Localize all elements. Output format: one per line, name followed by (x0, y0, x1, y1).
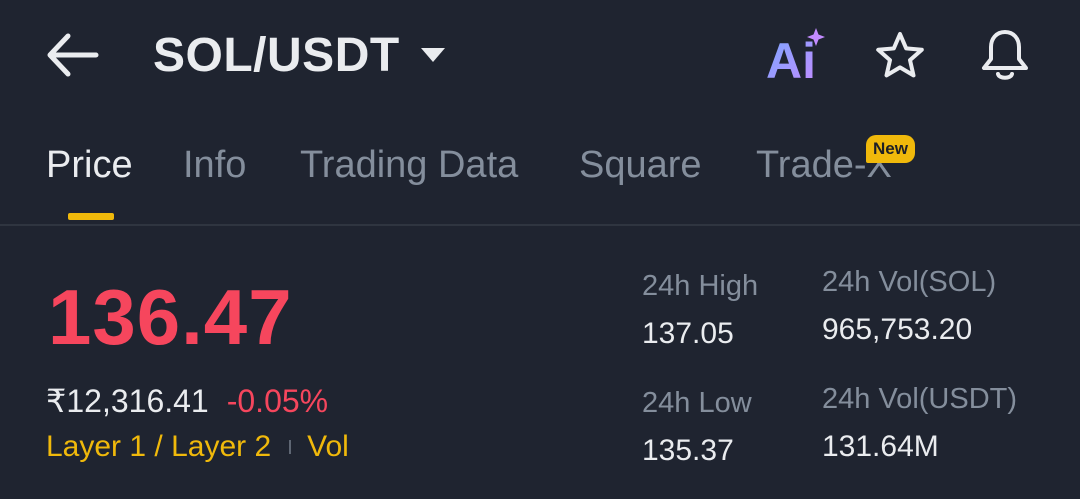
tags-row: Layer 1 / Layer 2 Vol (46, 430, 349, 464)
ai-label: Ai (766, 33, 816, 86)
tab-square[interactable]: Square (579, 144, 702, 187)
active-tab-indicator (68, 213, 114, 220)
stat-vol-base-value: 965,753.20 (822, 313, 973, 346)
ai-assistant-button[interactable]: Ai (764, 26, 830, 89)
new-badge: New (866, 135, 915, 163)
tab-bar: Price Info Trading Data Square Trade-X N… (0, 130, 1080, 224)
tag-layer[interactable]: Layer 1 / Layer 2 (46, 430, 271, 464)
tab-price[interactable]: Price (46, 144, 133, 187)
pair-selector[interactable]: SOL/USDT (153, 28, 446, 83)
last-price: 136.47 (48, 273, 293, 361)
fiat-row: ₹12,316.41 -0.05% (46, 382, 328, 420)
stat-vol-quote-label: 24h Vol(USDT) (822, 383, 1018, 415)
stat-low-value: 135.37 (642, 434, 734, 467)
tab-info[interactable]: Info (183, 144, 246, 187)
stat-high-value: 137.05 (642, 317, 734, 350)
tag-vol[interactable]: Vol (307, 430, 349, 464)
price-change-percent: -0.05% (226, 383, 329, 419)
stat-vol-quote-value: 131.64M (822, 430, 939, 463)
caret-down-icon (420, 47, 446, 68)
tag-separator (289, 440, 292, 454)
favorite-star-icon[interactable] (872, 30, 928, 82)
stat-high-label: 24h High (642, 270, 759, 302)
top-bar: SOL/USDT Ai (0, 0, 1080, 115)
stat-vol-base-label: 24h Vol(SOL) (822, 266, 997, 298)
stat-low-label: 24h Low (642, 387, 752, 419)
fiat-price: ₹12,316.41 (46, 383, 209, 419)
bell-icon[interactable] (976, 26, 1034, 84)
pair-title: SOL/USDT (153, 29, 400, 82)
tab-trading-data[interactable]: Trading Data (300, 144, 518, 187)
back-arrow-icon[interactable] (46, 30, 102, 80)
divider (0, 224, 1080, 226)
